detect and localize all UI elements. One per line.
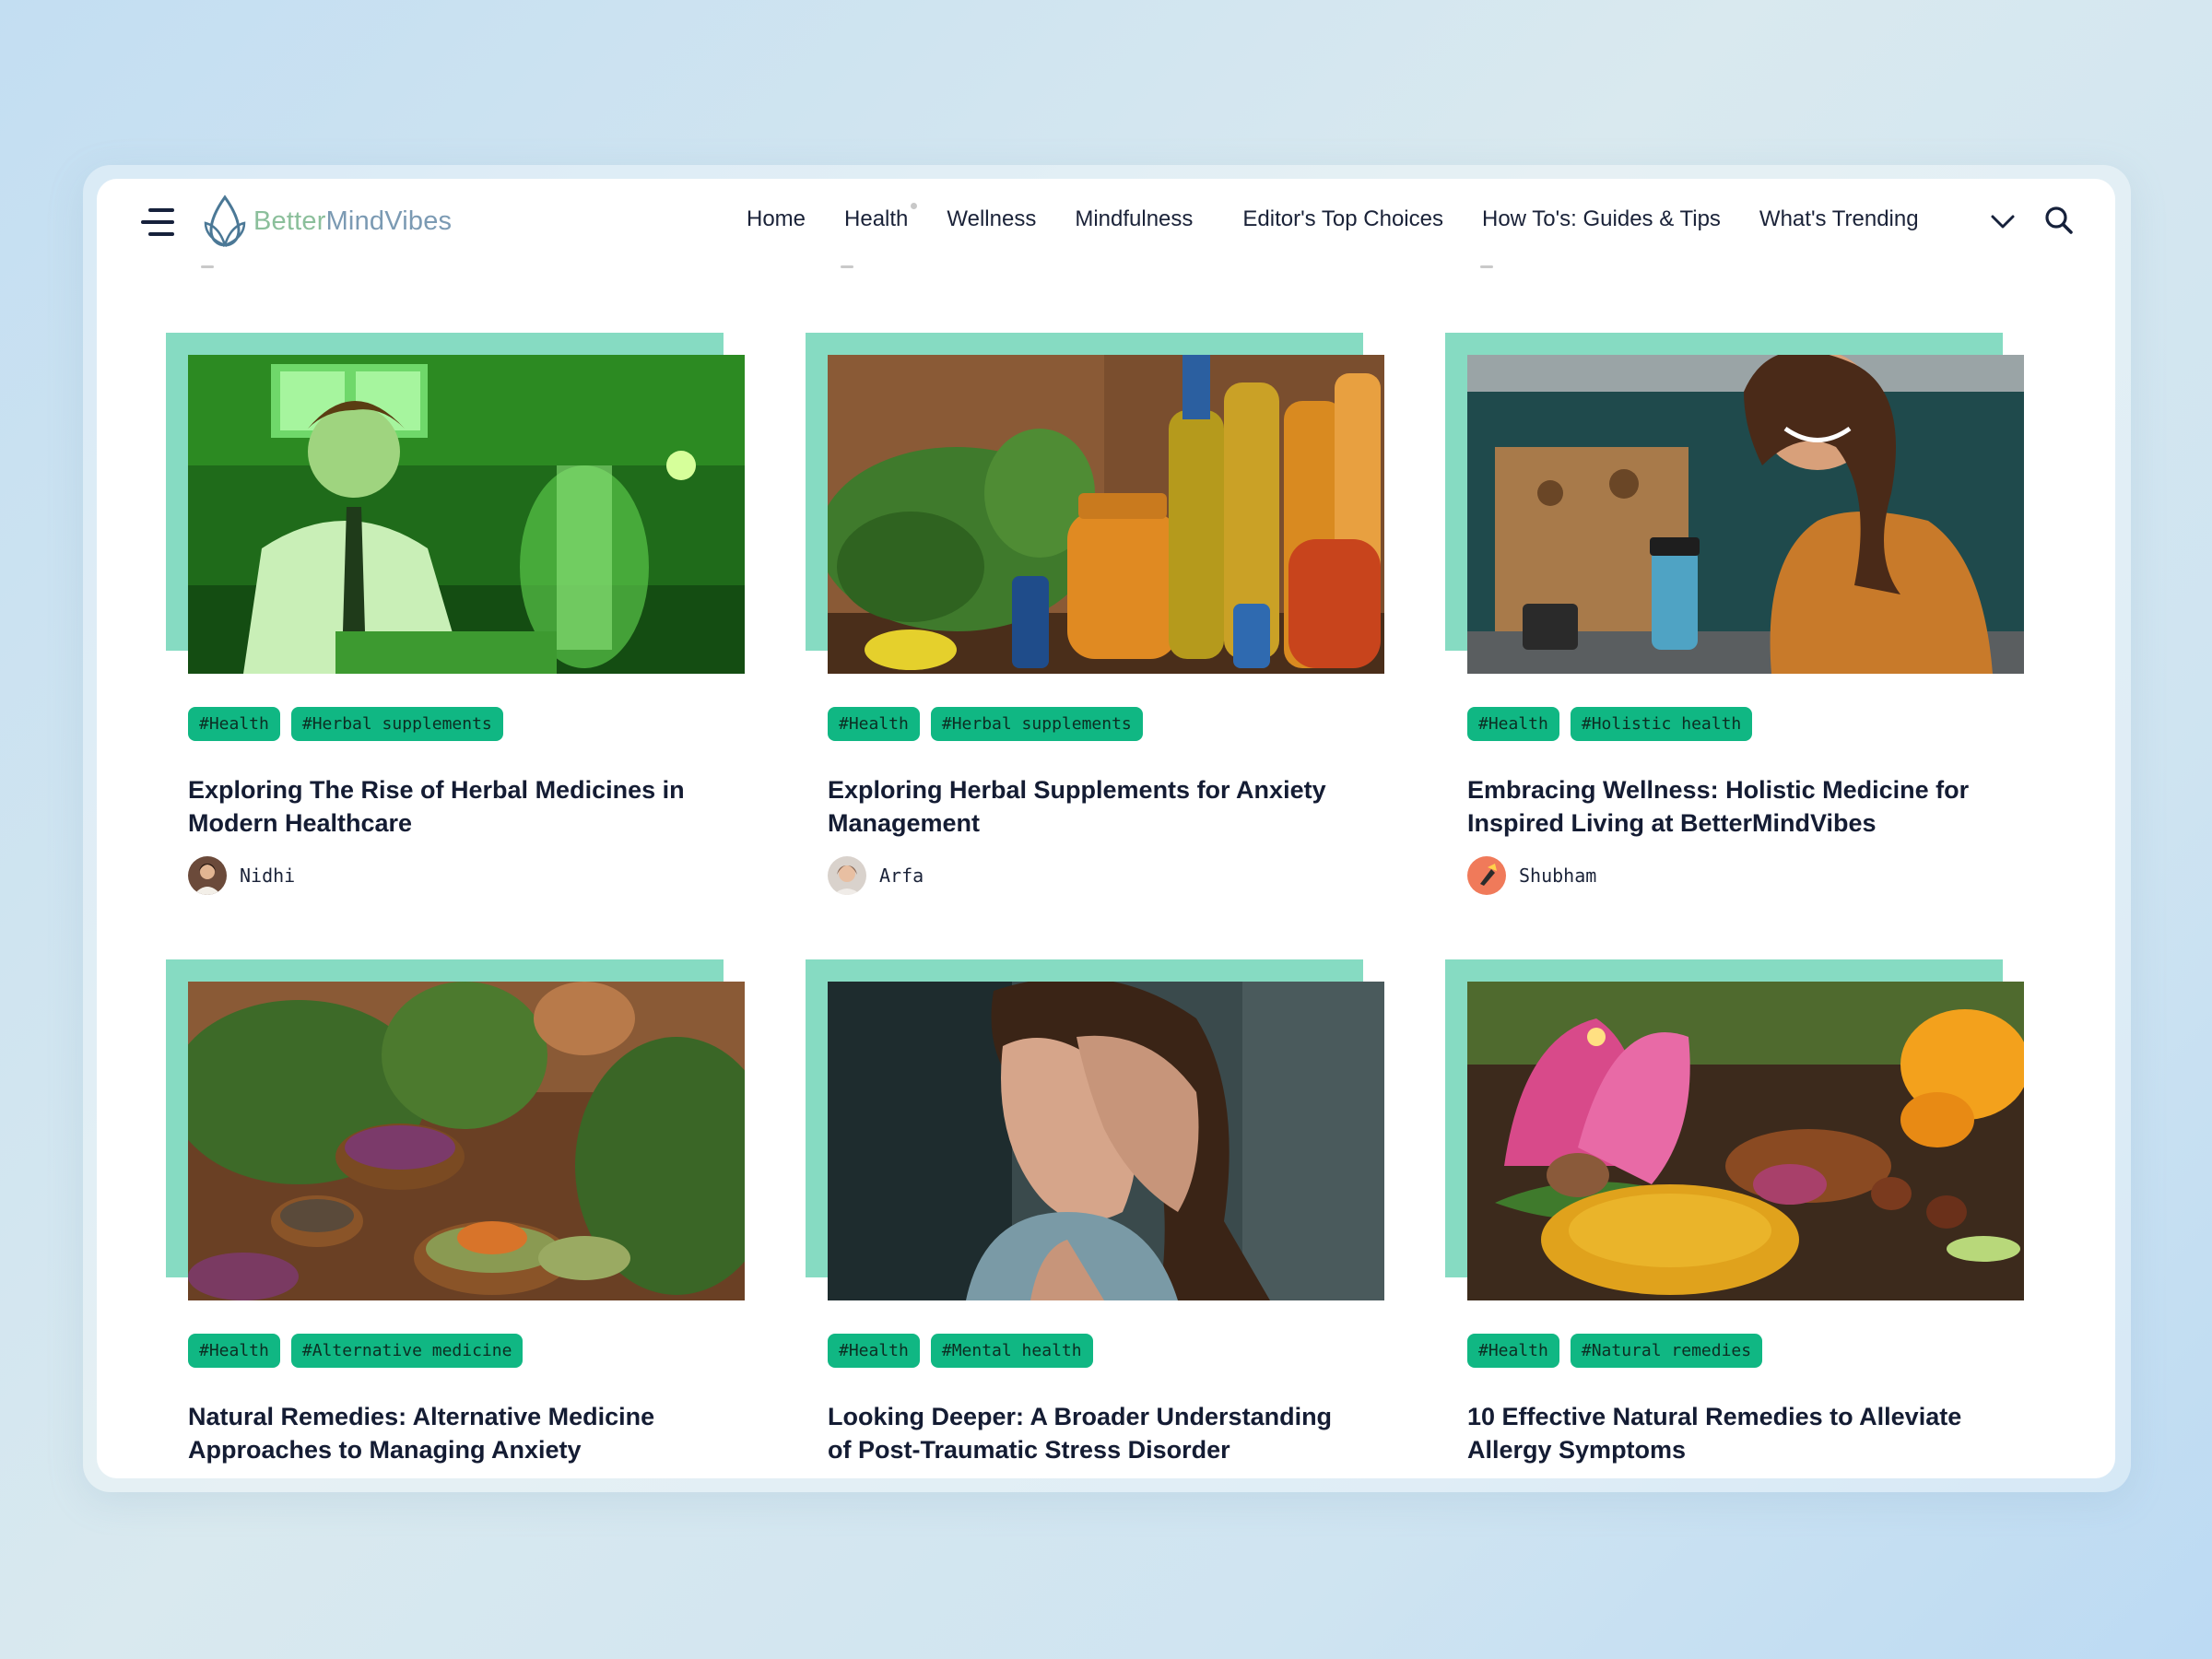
avatar[interactable] [828, 856, 866, 895]
search-icon[interactable] [2043, 205, 2075, 236]
tag-alternative-medicine[interactable]: #Alternative medicine [290, 1334, 524, 1368]
author-byline: Arfa [828, 856, 924, 895]
article-image[interactable] [828, 982, 1384, 1300]
nav-editors-top-choices[interactable]: Editor's Top Choices [1242, 206, 1443, 232]
author-byline: Shubham [1467, 856, 1596, 895]
nav-health-label: Health [844, 206, 909, 231]
tag-list: #Health #Herbal supplements [188, 707, 514, 741]
tag-list: #Health #Natural remedies [1467, 1334, 1773, 1368]
article-title[interactable]: Looking Deeper: A Broader Understanding … [828, 1400, 1344, 1466]
tag-list: #Health #Alternative medicine [188, 1334, 534, 1368]
divider-mark [1480, 265, 1493, 268]
menu-icon[interactable] [141, 208, 178, 240]
tag-mental-health[interactable]: #Mental health [930, 1334, 1093, 1368]
tag-health[interactable]: #Health [1467, 1334, 1559, 1368]
site-logo[interactable]: BetterMindVibes [200, 192, 452, 251]
lotus-drop-icon [204, 194, 246, 248]
tag-health[interactable]: #Health [828, 1334, 920, 1368]
chevron-down-icon[interactable] [1989, 212, 2017, 232]
tag-herbal-supplements[interactable]: #Herbal supplements [930, 707, 1143, 741]
article-image[interactable] [1467, 355, 2024, 674]
avatar[interactable] [1467, 856, 1506, 895]
tag-list: #Health #Mental health [828, 1334, 1104, 1368]
tag-natural-remedies[interactable]: #Natural remedies [1570, 1334, 1763, 1368]
nav-indicator-dot [911, 203, 918, 209]
logo-text-mindvibes: MindVibes [325, 206, 453, 236]
nav-mindfulness[interactable]: Mindfulness [1075, 206, 1193, 232]
divider-mark [201, 265, 214, 268]
nav-wellness[interactable]: Wellness [947, 206, 1036, 232]
article-title[interactable]: Exploring The Rise of Herbal Medicines i… [188, 773, 704, 840]
divider-mark [841, 265, 853, 268]
nav-whats-trending[interactable]: What's Trending [1759, 206, 1919, 232]
nav-how-tos[interactable]: How To's: Guides & Tips [1482, 206, 1721, 232]
tag-health[interactable]: #Health [828, 707, 920, 741]
article-image[interactable] [188, 982, 745, 1300]
web-page: BetterMindVibes Home Health Wellness Min… [97, 179, 2115, 1478]
tag-health[interactable]: #Health [1467, 707, 1559, 741]
article-image[interactable] [1467, 982, 2024, 1300]
tag-herbal-supplements[interactable]: #Herbal supplements [290, 707, 503, 741]
article-title[interactable]: Natural Remedies: Alternative Medicine A… [188, 1400, 704, 1466]
nav-home[interactable]: Home [747, 206, 806, 232]
tag-list: #Health #Herbal supplements [828, 707, 1154, 741]
author-name[interactable]: Nidhi [240, 865, 295, 887]
article-title[interactable]: 10 Effective Natural Remedies to Allevia… [1467, 1400, 1983, 1466]
article-title[interactable]: Exploring Herbal Supplements for Anxiety… [828, 773, 1344, 840]
avatar[interactable] [188, 856, 227, 895]
tag-health[interactable]: #Health [188, 707, 280, 741]
article-image[interactable] [188, 355, 745, 674]
nav-health[interactable]: Health [844, 203, 918, 232]
author-byline: Nidhi [188, 856, 295, 895]
logo-text-better: Better [253, 206, 326, 236]
main-nav: Home Health Wellness Mindfulness Editor'… [747, 203, 1958, 232]
author-name[interactable]: Shubham [1519, 865, 1596, 887]
tag-list: #Health #Holistic health [1467, 707, 1763, 741]
tag-health[interactable]: #Health [188, 1334, 280, 1368]
author-name[interactable]: Arfa [879, 865, 924, 887]
tag-holistic-health[interactable]: #Holistic health [1570, 707, 1753, 741]
article-title[interactable]: Embracing Wellness: Holistic Medicine fo… [1467, 773, 1983, 840]
article-image[interactable] [828, 355, 1384, 674]
